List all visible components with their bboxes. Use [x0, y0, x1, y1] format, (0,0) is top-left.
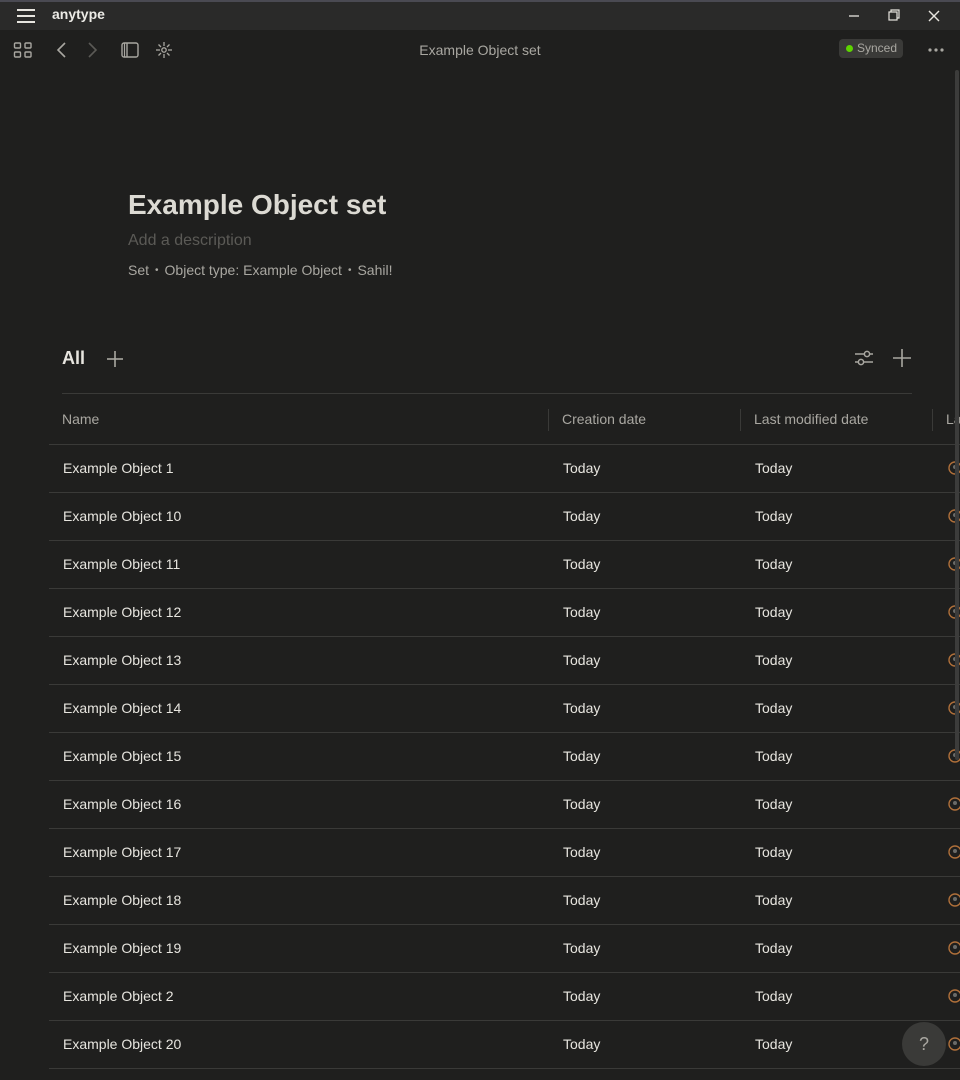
cell-creation-date: Today: [563, 1036, 601, 1052]
cell-last-modified-date: Today: [755, 748, 793, 764]
cell-creation-date: Today: [563, 988, 601, 1004]
cell-creation-date: Today: [563, 556, 601, 572]
meta-separator: •: [347, 264, 352, 276]
cell-creation-date: Today: [563, 844, 601, 860]
table-row[interactable]: Example Object 13 Today Today: [49, 637, 960, 685]
minimize-icon[interactable]: [844, 7, 864, 25]
more-options-icon[interactable]: [926, 40, 946, 60]
sync-status-badge[interactable]: Synced: [839, 39, 904, 58]
cell-name[interactable]: Example Object 10: [63, 508, 181, 524]
help-button[interactable]: ?: [902, 1022, 946, 1066]
cell-creation-date: Today: [563, 652, 601, 668]
page-title[interactable]: Example Object set: [128, 186, 393, 224]
cell-name[interactable]: Example Object 20: [63, 1036, 181, 1052]
table-row[interactable]: Example Object 2 Today Today: [49, 973, 960, 1021]
cell-name[interactable]: Example Object 16: [63, 796, 181, 812]
app-name: anytype: [52, 6, 105, 22]
scrollbar-thumb[interactable]: [955, 70, 959, 760]
user-avatar-icon: [948, 845, 960, 859]
column-header-name[interactable]: Name: [62, 411, 99, 427]
page-header: Example Object set Add a description Set…: [128, 186, 393, 278]
table-row[interactable]: Example Object 20 Today Today: [49, 1021, 960, 1069]
column-resize-handle[interactable]: [932, 409, 933, 431]
meta-object-type[interactable]: Object type: Example Object: [165, 262, 342, 278]
toolbar-title: Example Object set: [419, 42, 541, 58]
meta-layout: Set: [128, 262, 150, 278]
close-icon[interactable]: [924, 7, 944, 25]
page-meta: Set • Object type: Example Object • Sahi…: [128, 262, 393, 278]
user-avatar-icon: [948, 893, 960, 907]
cell-last-modified-date: Today: [755, 940, 793, 956]
add-view-plus-icon[interactable]: [104, 348, 126, 370]
user-avatar-icon: [948, 989, 960, 1003]
cell-last-modified-date: Today: [755, 652, 793, 668]
user-avatar-icon: [948, 797, 960, 811]
table-row[interactable]: Example Object 10 Today Today: [49, 493, 960, 541]
view-tab-all[interactable]: All: [62, 348, 85, 369]
cell-name[interactable]: Example Object 11: [63, 556, 180, 572]
meta-separator: •: [155, 264, 159, 276]
cell-last-modified-date: Today: [755, 556, 793, 572]
restore-window-icon[interactable]: [884, 7, 904, 25]
table-row[interactable]: Example Object 11 Today Today: [49, 541, 960, 589]
cell-creation-date: Today: [563, 700, 601, 716]
toolbar: Example Object set Synced: [0, 30, 960, 70]
table-row[interactable]: Example Object 19 Today Today: [49, 925, 960, 973]
cell-creation-date: Today: [563, 892, 601, 908]
cell-name[interactable]: Example Object 13: [63, 652, 181, 668]
hamburger-menu-icon[interactable]: [16, 8, 36, 24]
sync-status-label: Synced: [857, 41, 898, 55]
sync-status-dot-icon: [846, 45, 853, 52]
cell-last-modified-date: Today: [755, 988, 793, 1004]
objects-table: Name Creation date Last modified date La…: [49, 395, 960, 1069]
table-row[interactable]: Example Object 12 Today Today: [49, 589, 960, 637]
cell-last-modified-date: Today: [755, 604, 793, 620]
description-field[interactable]: Add a description: [128, 232, 393, 250]
user-avatar-icon: [948, 1037, 960, 1051]
table-row[interactable]: Example Object 18 Today Today: [49, 877, 960, 925]
cell-last-modified-date: Today: [755, 700, 793, 716]
cell-name[interactable]: Example Object 14: [63, 700, 181, 716]
cell-last-modified-date: Today: [755, 892, 793, 908]
cell-creation-date: Today: [563, 940, 601, 956]
cell-name[interactable]: Example Object 17: [63, 844, 181, 860]
cell-name[interactable]: Example Object 18: [63, 892, 181, 908]
cell-creation-date: Today: [563, 460, 601, 476]
column-resize-handle[interactable]: [548, 409, 549, 431]
new-object-plus-icon[interactable]: [890, 346, 914, 370]
view-settings-sliders-icon[interactable]: [852, 346, 876, 370]
cell-last-modified-date: Today: [755, 844, 793, 860]
cell-last-modified-date: Today: [755, 460, 793, 476]
cell-creation-date: Today: [563, 604, 601, 620]
cell-last-modified-date: Today: [755, 508, 793, 524]
cell-name[interactable]: Example Object 15: [63, 748, 181, 764]
meta-creator[interactable]: Sahil!: [357, 262, 392, 278]
cell-last-modified-date: Today: [755, 796, 793, 812]
cell-creation-date: Today: [563, 508, 601, 524]
table-row[interactable]: Example Object 1 Today Today: [49, 445, 960, 493]
cell-name[interactable]: Example Object 12: [63, 604, 181, 620]
table-row[interactable]: Example Object 17 Today Today: [49, 829, 960, 877]
views-bar: All: [62, 346, 912, 394]
cell-last-modified-date: Today: [755, 1036, 793, 1052]
cell-name[interactable]: Example Object 19: [63, 940, 181, 956]
table-row[interactable]: Example Object 15 Today Today: [49, 733, 960, 781]
column-header-last-modified-date[interactable]: Last modified date: [754, 411, 868, 427]
window-titlebar: anytype: [0, 0, 960, 30]
table-body: Example Object 1 Today Today Example Object…: [49, 445, 960, 1069]
column-resize-handle[interactable]: [740, 409, 741, 431]
table-header: Name Creation date Last modified date La: [49, 395, 960, 445]
column-header-creation-date[interactable]: Creation date: [562, 411, 646, 427]
cell-creation-date: Today: [563, 796, 601, 812]
cell-name[interactable]: Example Object 1: [63, 460, 174, 476]
table-row[interactable]: Example Object 16 Today Today: [49, 781, 960, 829]
table-row[interactable]: Example Object 14 Today Today: [49, 685, 960, 733]
cell-creation-date: Today: [563, 748, 601, 764]
cell-name[interactable]: Example Object 2: [63, 988, 174, 1004]
user-avatar-icon: [948, 941, 960, 955]
